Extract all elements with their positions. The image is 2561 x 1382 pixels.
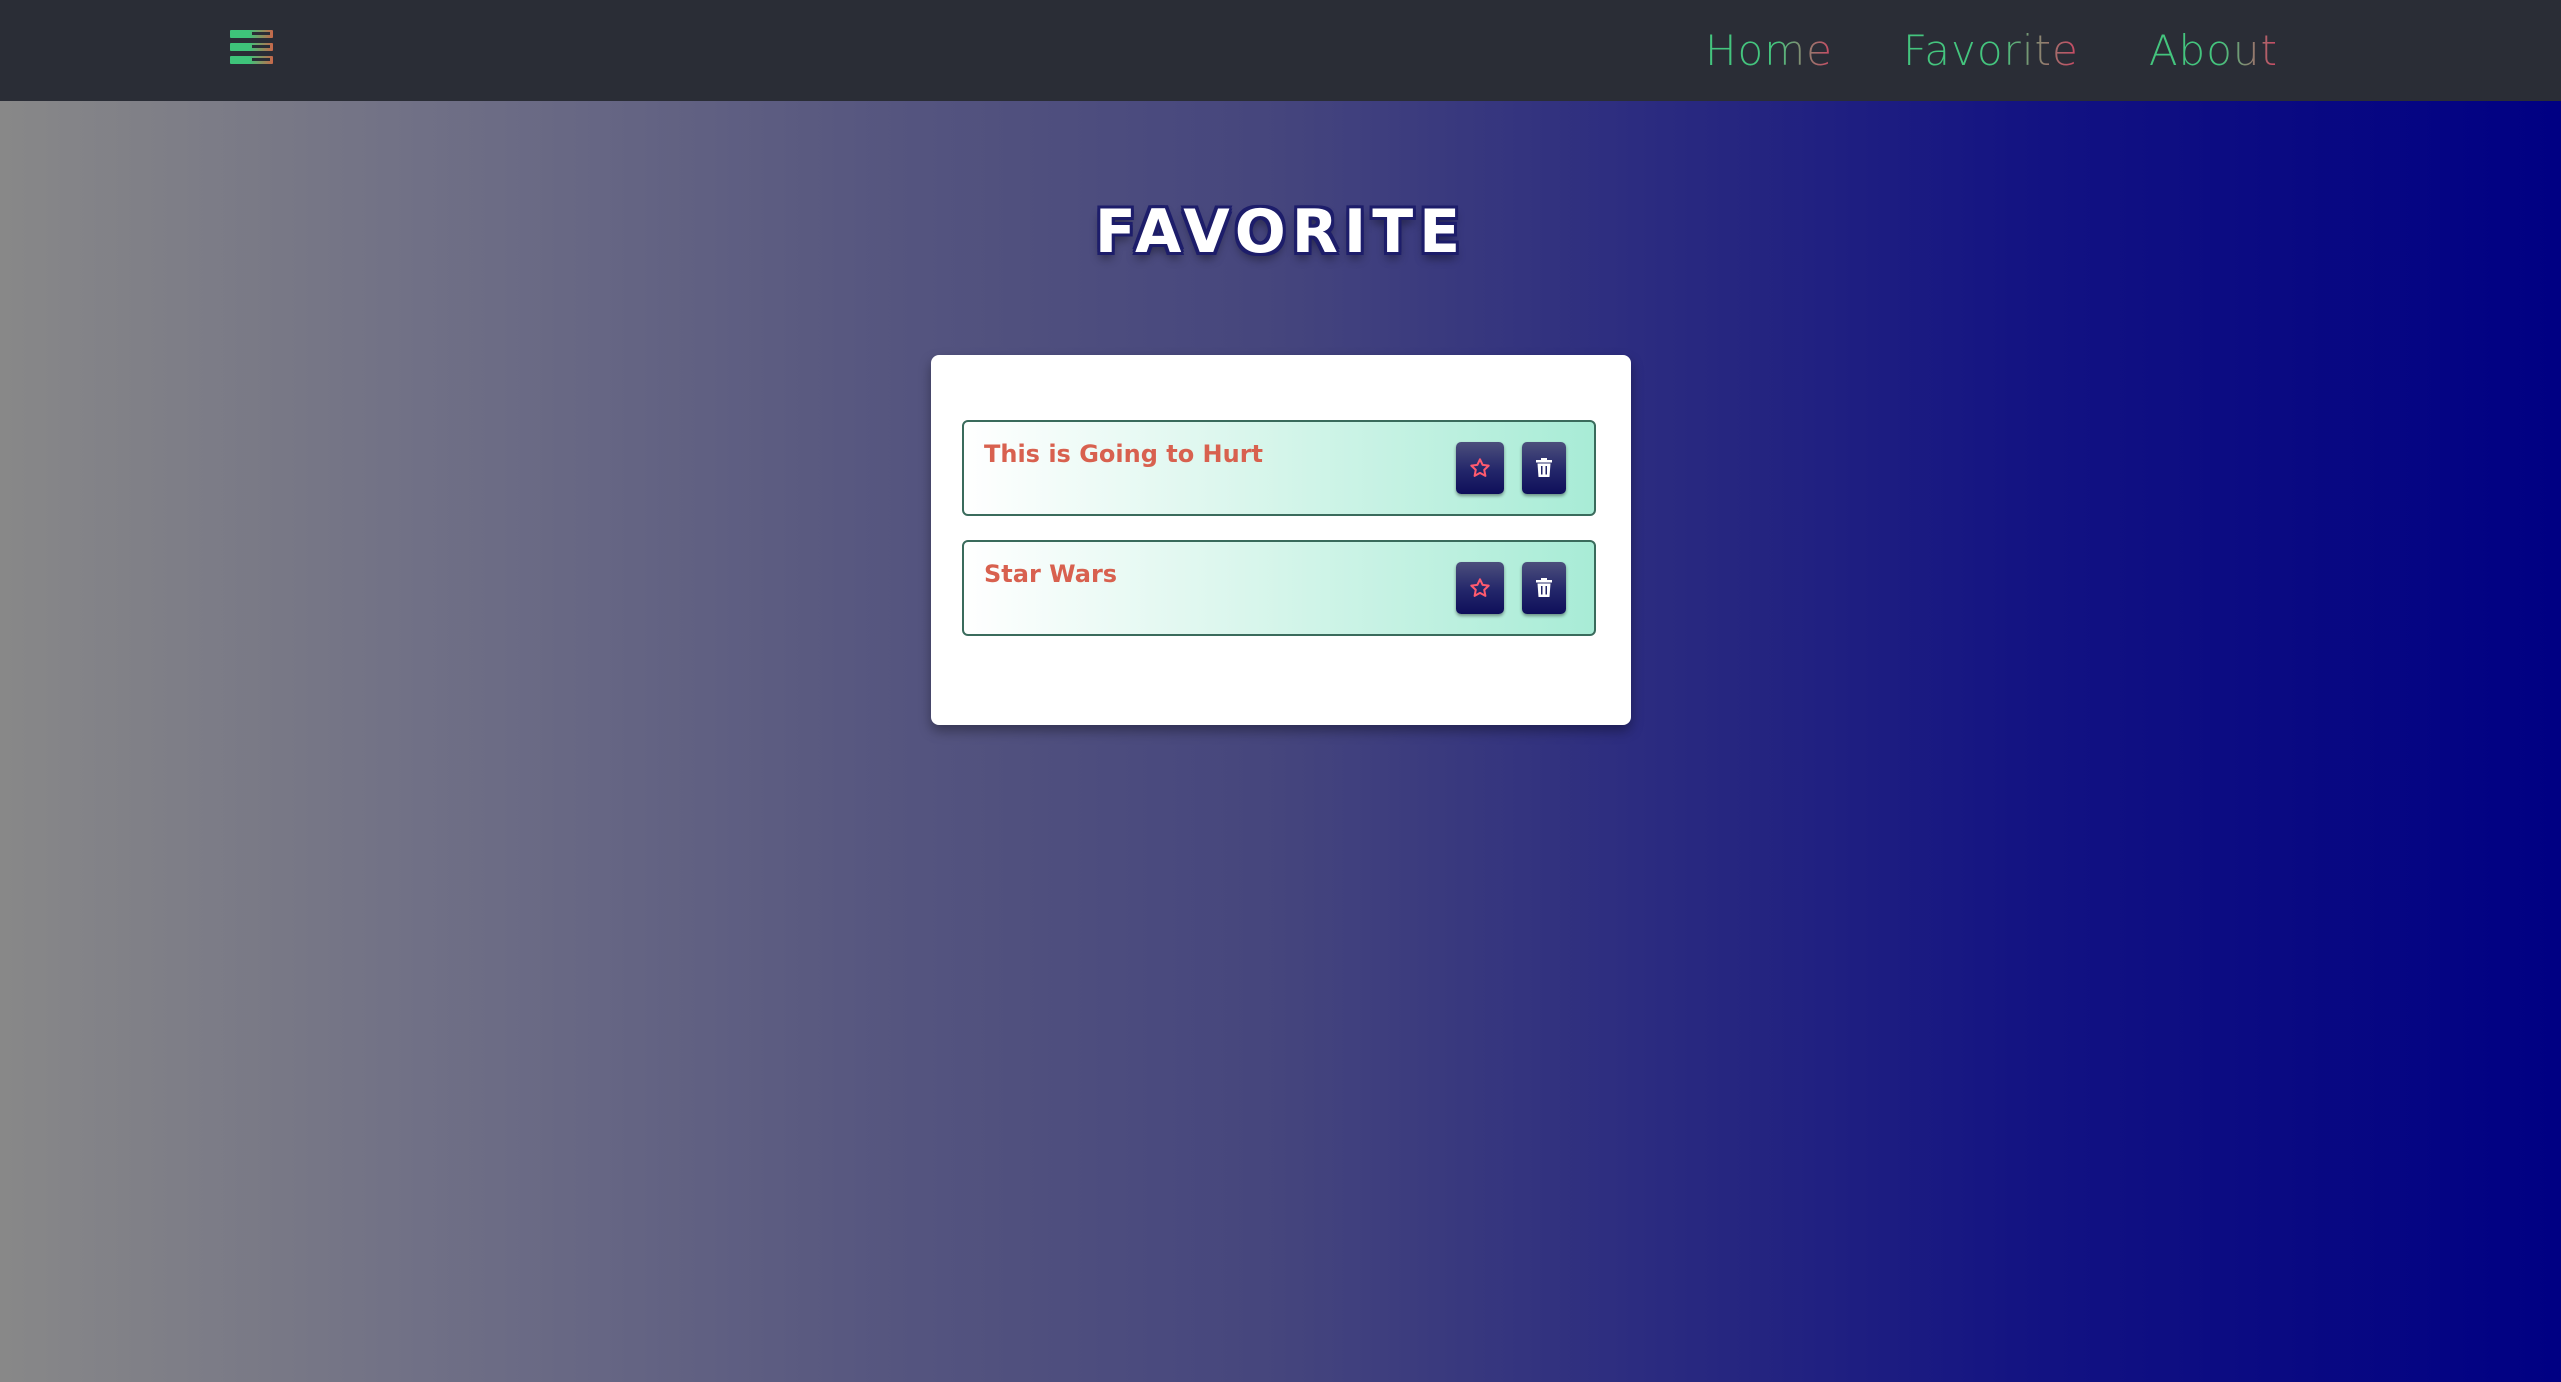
- nav-link-about[interactable]: About: [2149, 26, 2278, 75]
- favorite-item-title: Star Wars: [984, 560, 1118, 588]
- favorite-star-button[interactable]: [1456, 442, 1504, 494]
- menu-bar: [230, 30, 273, 38]
- navbar: Home Favorite About: [0, 0, 2561, 101]
- nav-link-home[interactable]: Home: [1705, 26, 1833, 75]
- delete-button[interactable]: [1522, 562, 1566, 614]
- trash-icon: [1536, 578, 1552, 597]
- delete-button[interactable]: [1522, 442, 1566, 494]
- menu-bar: [230, 43, 273, 51]
- favorite-item: This is Going to Hurt: [962, 420, 1596, 516]
- nav-link-favorite[interactable]: Favorite: [1903, 26, 2079, 75]
- favorite-star-button[interactable]: [1456, 562, 1504, 614]
- hamburger-menu-icon[interactable]: [230, 30, 273, 64]
- nav-links: Home Favorite About: [1635, 18, 2278, 82]
- favorite-item-title: This is Going to Hurt: [984, 440, 1264, 468]
- trash-icon: [1536, 458, 1552, 477]
- favorite-item: Star Wars: [962, 540, 1596, 636]
- menu-bar: [230, 56, 273, 64]
- star-icon: [1470, 458, 1490, 477]
- favorites-panel: This is Going to Hurt Star Wars: [931, 355, 1631, 725]
- star-icon: [1470, 578, 1490, 597]
- page-title: FAVORITE: [1094, 197, 1467, 267]
